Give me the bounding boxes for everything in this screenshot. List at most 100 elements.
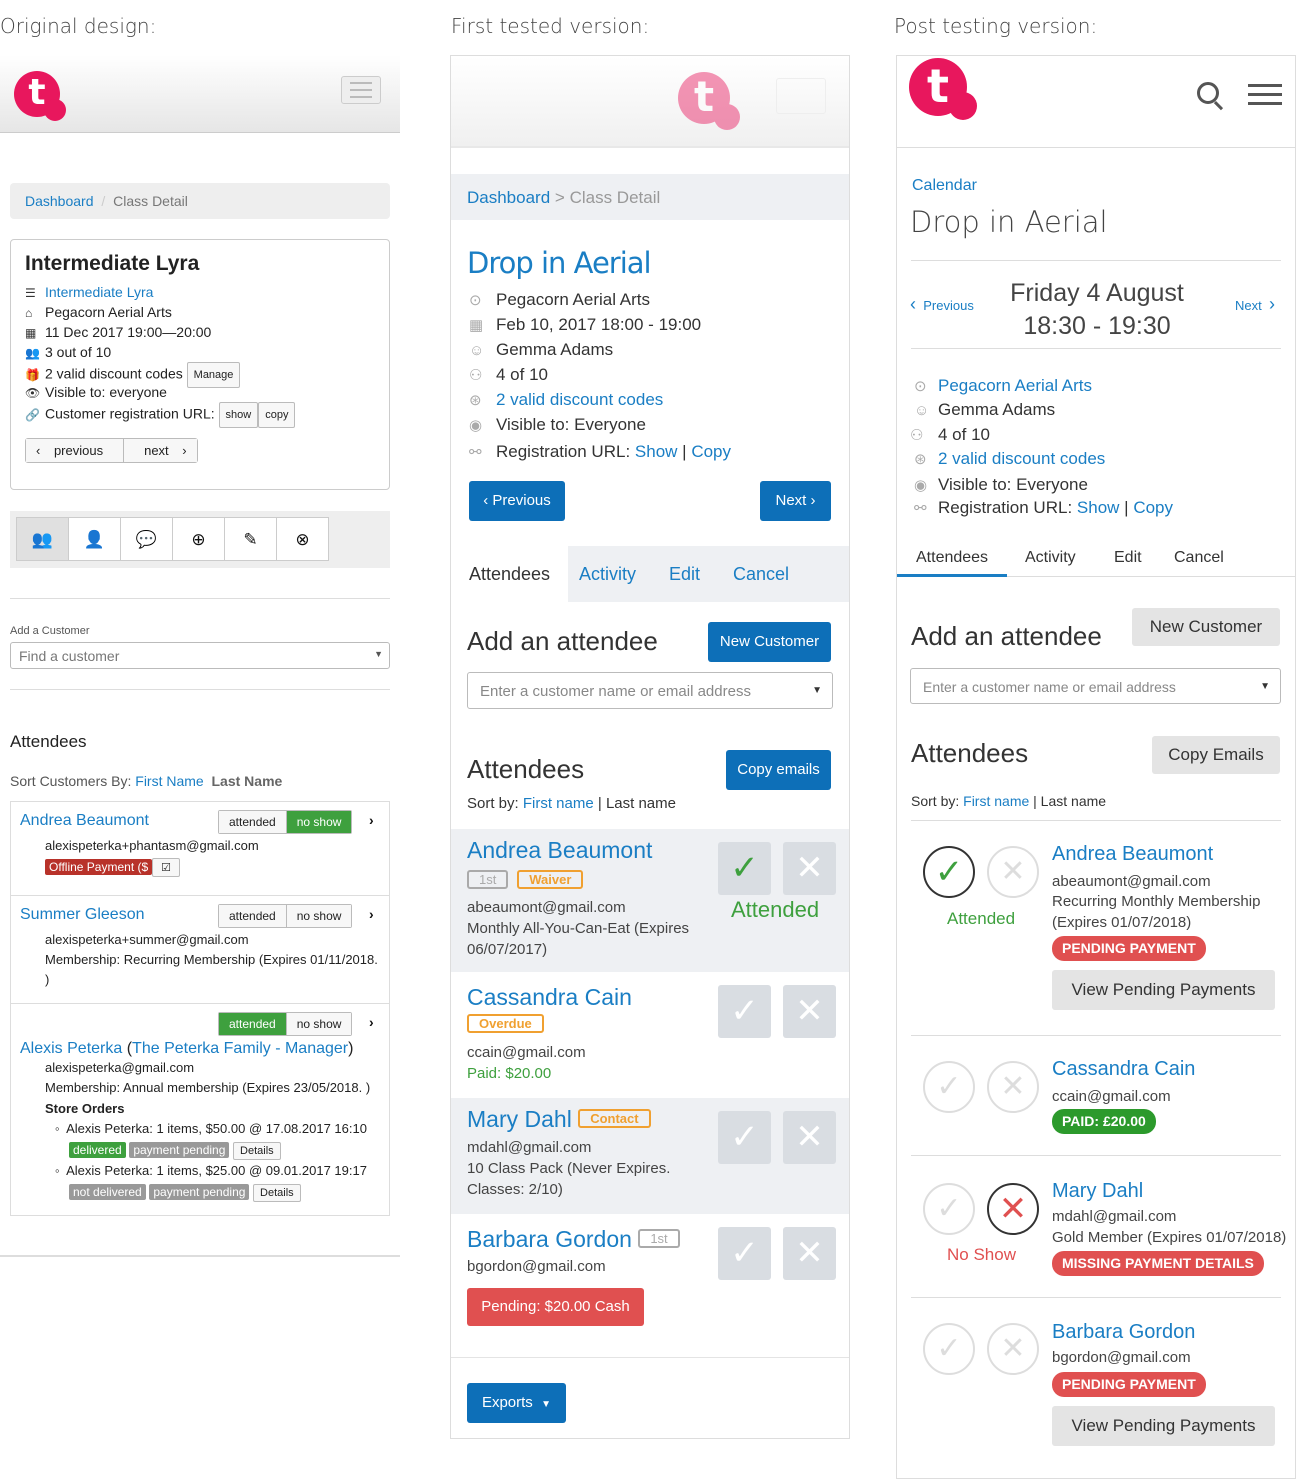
- show-url-link[interactable]: Show: [1077, 498, 1120, 517]
- attendee-name[interactable]: Andrea Beaumont: [20, 812, 149, 830]
- brand-logo[interactable]: t: [909, 58, 977, 120]
- previous-button[interactable]: ‹ previous: [26, 439, 124, 462]
- exports-button[interactable]: Exports ▼: [467, 1383, 566, 1423]
- discounts-link[interactable]: 2 valid discount codes: [496, 390, 663, 409]
- attendee-name[interactable]: Alexis Peterka: [20, 1040, 122, 1057]
- close-icon[interactable]: ✕: [987, 1183, 1039, 1235]
- brand-logo[interactable]: t: [14, 71, 66, 121]
- attended-button[interactable]: attended: [219, 905, 286, 927]
- noshow-button[interactable]: no show: [285, 905, 352, 927]
- view-pending-payments-button[interactable]: View Pending Payments: [1052, 1406, 1275, 1446]
- checkin-icon[interactable]: ☑: [152, 858, 181, 877]
- pending-payment-badge: PENDING PAYMENT: [1052, 1372, 1206, 1397]
- family-link[interactable]: The Peterka Family - Manager: [132, 1040, 348, 1057]
- attendee-name[interactable]: Cassandra Cain: [1052, 1058, 1195, 1081]
- attended-button[interactable]: attended: [219, 811, 286, 833]
- close-icon[interactable]: ✕: [987, 1061, 1039, 1113]
- next-button[interactable]: next ›: [123, 439, 197, 462]
- noshow-button[interactable]: no show: [285, 1013, 352, 1035]
- attendees-icon[interactable]: 👥: [16, 517, 69, 561]
- details-button[interactable]: Details: [253, 1184, 301, 1202]
- check-icon[interactable]: ✓: [718, 1227, 771, 1280]
- tab-cancel[interactable]: Cancel: [1174, 549, 1224, 567]
- close-icon[interactable]: ✕: [783, 985, 836, 1038]
- close-icon[interactable]: ✕: [783, 1111, 836, 1164]
- tab-activity[interactable]: Activity: [1025, 549, 1076, 567]
- copy-url-link[interactable]: Copy: [1133, 498, 1173, 517]
- menu-icon[interactable]: [1248, 84, 1282, 111]
- find-customer-select[interactable]: Find a customer ▼: [10, 642, 390, 669]
- sort-last-name[interactable]: | Last name: [594, 795, 676, 812]
- pencil-icon[interactable]: ✎: [224, 517, 277, 561]
- attendee-name[interactable]: Mary Dahl: [467, 1106, 572, 1132]
- previous-link[interactable]: ‹ Previous: [910, 294, 974, 315]
- attendee-name[interactable]: Barbara Gordon: [467, 1226, 632, 1252]
- check-icon[interactable]: ✓: [923, 1323, 975, 1375]
- menu-toggle-button[interactable]: [341, 76, 381, 104]
- class-link[interactable]: Intermediate Lyra: [45, 284, 153, 300]
- menu-toggle-button[interactable]: [776, 78, 826, 114]
- sort-first-name[interactable]: First name: [963, 793, 1029, 809]
- chevron-right-icon[interactable]: ›: [369, 906, 374, 922]
- close-icon[interactable]: ✕: [783, 842, 836, 895]
- next-button[interactable]: Next ›: [760, 481, 831, 521]
- show-url-link[interactable]: Show: [635, 442, 678, 461]
- tab-cancel[interactable]: Cancel: [733, 564, 789, 585]
- tab-attendees[interactable]: Attendees: [916, 549, 988, 567]
- chevron-right-icon[interactable]: ›: [369, 812, 374, 828]
- calendar-link[interactable]: Calendar: [912, 177, 977, 195]
- attendee-name[interactable]: Barbara Gordon: [1052, 1321, 1195, 1344]
- discounts-link[interactable]: 2 valid discount codes: [938, 449, 1105, 468]
- customer-search-select[interactable]: Enter a customer name or email address ▼: [467, 672, 833, 709]
- next-link[interactable]: Next ›: [1235, 294, 1275, 315]
- venue-link[interactable]: Pegacorn Aerial Arts: [938, 376, 1092, 395]
- tab-activity[interactable]: Activity: [579, 564, 636, 585]
- show-url-button[interactable]: show: [218, 402, 259, 428]
- close-icon[interactable]: ✕: [987, 1323, 1039, 1375]
- check-icon[interactable]: ✓: [718, 1111, 771, 1164]
- attendee-name[interactable]: Andrea Beaumont: [1052, 843, 1213, 866]
- sort-last-name[interactable]: Last Name: [212, 773, 283, 789]
- breadcrumb-dashboard[interactable]: Dashboard: [467, 188, 550, 207]
- check-icon[interactable]: ✓: [923, 1061, 975, 1113]
- comment-icon[interactable]: 💬: [120, 517, 173, 561]
- view-pending-payments-button[interactable]: View Pending Payments: [1052, 970, 1275, 1010]
- copy-url-link[interactable]: Copy: [691, 442, 731, 461]
- customer-search-select[interactable]: Enter a customer name or email address ▼: [910, 668, 1281, 704]
- brand-logo[interactable]: t: [678, 72, 740, 130]
- cancel-icon[interactable]: ⊗: [276, 517, 329, 561]
- copy-url-button[interactable]: copy: [258, 402, 296, 428]
- attendee-name[interactable]: Mary Dahl: [1052, 1180, 1143, 1203]
- check-icon[interactable]: ✓: [923, 846, 975, 898]
- copy-emails-button[interactable]: Copy Emails: [1152, 736, 1280, 774]
- copy-emails-button[interactable]: Copy emails: [726, 750, 831, 790]
- capacity-text: 4 of 10: [938, 425, 990, 444]
- tab-edit[interactable]: Edit: [1114, 549, 1142, 567]
- check-icon[interactable]: ✓: [718, 985, 771, 1038]
- attendee-name[interactable]: Cassandra Cain: [467, 984, 632, 1011]
- add-user-icon[interactable]: 👤: [68, 517, 121, 561]
- check-icon[interactable]: ✓: [923, 1183, 975, 1235]
- new-customer-button[interactable]: New Customer: [708, 622, 831, 662]
- attendee-name[interactable]: Andrea Beaumont: [467, 837, 652, 864]
- check-icon[interactable]: ✓: [718, 842, 771, 895]
- tab-edit[interactable]: Edit: [669, 564, 700, 585]
- new-customer-button[interactable]: New Customer: [1132, 608, 1280, 646]
- previous-button[interactable]: ‹ Previous: [469, 481, 565, 521]
- details-button[interactable]: Details: [233, 1142, 281, 1160]
- search-icon[interactable]: [1197, 82, 1224, 111]
- download-icon[interactable]: ⊕: [172, 517, 225, 561]
- sort-last-name[interactable]: | Last name: [1029, 793, 1106, 809]
- tab-attendees[interactable]: Attendees: [451, 546, 569, 602]
- attended-button[interactable]: attended: [219, 1013, 286, 1035]
- breadcrumb-dashboard[interactable]: Dashboard: [25, 193, 94, 209]
- manage-button[interactable]: Manage: [186, 362, 241, 388]
- chevron-right-icon[interactable]: ›: [369, 1014, 374, 1030]
- pending-payment-button[interactable]: Pending: $20.00 Cash: [467, 1288, 644, 1326]
- close-icon[interactable]: ✕: [987, 846, 1039, 898]
- noshow-button[interactable]: no show: [285, 811, 352, 833]
- sort-first-name[interactable]: First Name: [135, 773, 203, 789]
- attendee-name[interactable]: Summer Gleeson: [20, 906, 145, 924]
- sort-first-name[interactable]: First name: [523, 795, 594, 812]
- close-icon[interactable]: ✕: [783, 1227, 836, 1280]
